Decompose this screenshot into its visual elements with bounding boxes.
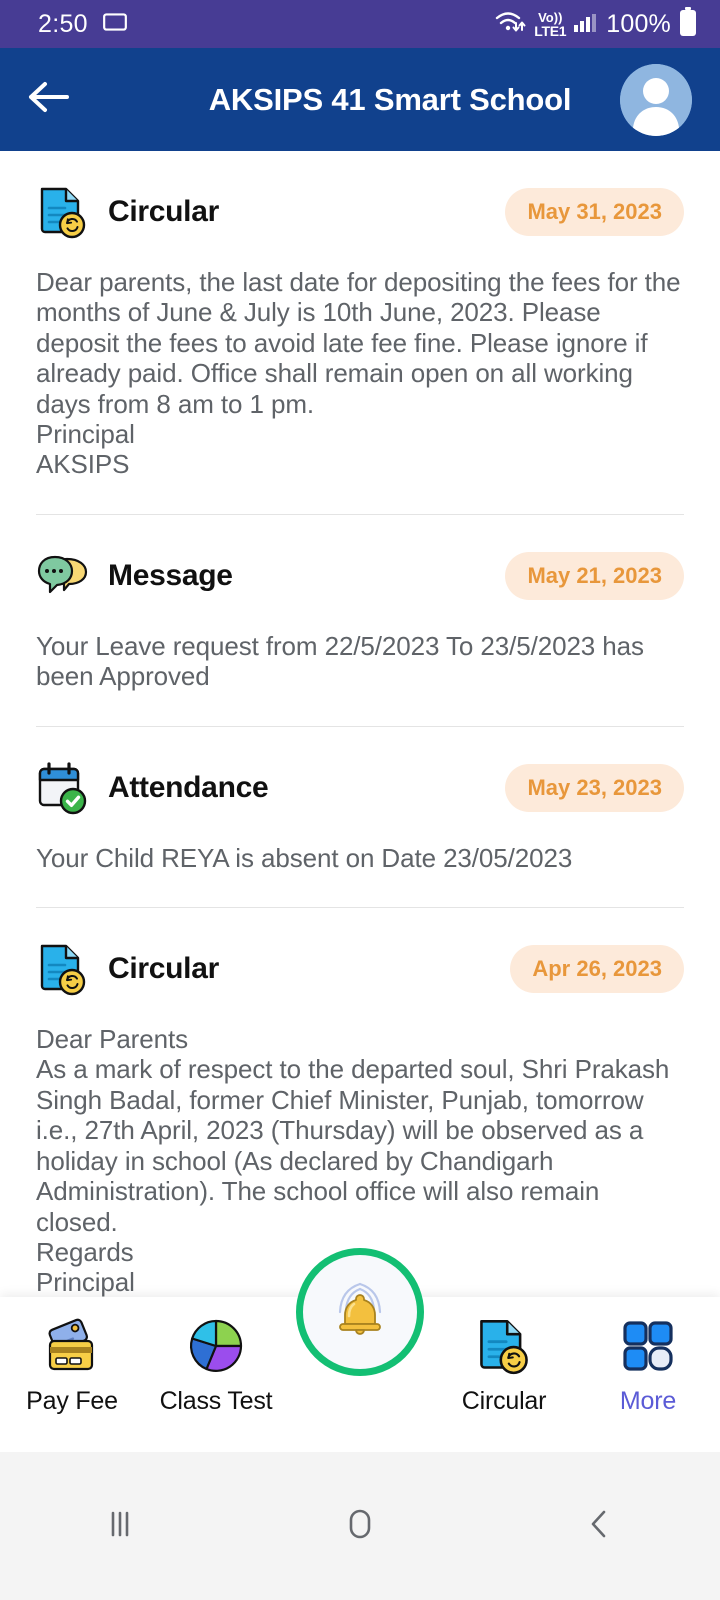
nav-item-class-test[interactable]: Class Test	[144, 1297, 288, 1416]
arrow-left-icon	[25, 78, 71, 121]
grid-more-icon	[620, 1315, 676, 1377]
feed-item-header: Attendance May 23, 2023	[36, 727, 684, 815]
circular-document-icon	[475, 1315, 533, 1377]
volte-label: Vo))	[538, 9, 563, 25]
feed-item-body: Your Child REYA is absent on Date 23/05/…	[36, 842, 573, 873]
battery-icon	[678, 6, 698, 42]
feed-item-date-badge: May 31, 2023	[505, 188, 684, 236]
feed-item-title-group: Circular	[36, 942, 219, 996]
home-icon	[338, 1502, 382, 1551]
nav-item-circular[interactable]: Circular	[432, 1297, 576, 1416]
circular-document-icon	[36, 942, 90, 996]
status-bar-left: 2:50	[38, 9, 128, 40]
volte-icon: Vo)) LTE1	[534, 11, 566, 38]
nav-item-pay-fee[interactable]: Pay Fee	[0, 1297, 144, 1416]
status-bar-right: Vo)) LTE1 100%	[493, 6, 698, 42]
back-button-system[interactable]	[520, 1452, 680, 1600]
home-button[interactable]	[280, 1452, 440, 1600]
feed-item-message[interactable]: Message May 21, 2023 Your Leave request …	[0, 515, 720, 692]
feed-item-title: Circular	[108, 952, 219, 986]
system-navigation-bar	[0, 1452, 720, 1600]
notification-bell-icon	[338, 1282, 382, 1335]
feed-item-title: Message	[108, 558, 233, 592]
back-button[interactable]	[0, 78, 96, 121]
feed-item-header: Circular May 31, 2023	[36, 151, 684, 239]
feed-item-title-group: Message	[36, 549, 233, 603]
avatar[interactable]	[620, 63, 692, 136]
attendance-calendar-icon	[36, 761, 90, 815]
wifi-icon	[493, 9, 527, 40]
cast-icon	[102, 9, 128, 40]
signal-icon	[573, 10, 599, 39]
feed-item-body: Your Leave request from 22/5/2023 To 23/…	[36, 630, 644, 692]
recents-button[interactable]	[40, 1452, 200, 1600]
nav-label-circular: Circular	[461, 1387, 547, 1415]
feed-item-body: Dear parents, the last date for depositi…	[36, 267, 681, 480]
pie-chart-icon	[186, 1315, 246, 1377]
feed-item-circular-2[interactable]: Circular Apr 26, 2023 Dear Parents As a …	[0, 908, 720, 1298]
feed-item-date-badge: Apr 26, 2023	[510, 945, 684, 994]
status-bar: 2:50 Vo)) LTE1 100%	[0, 0, 720, 48]
app-bar: AKSIPS 41 Smart School	[0, 48, 720, 151]
network-label: LTE1	[534, 22, 567, 39]
feed-item-date-badge: May 23, 2023	[505, 763, 684, 812]
feed-item-title: Attendance	[108, 770, 269, 804]
feed-item-date-badge: May 21, 2023	[505, 551, 684, 600]
feed-item-header: Circular Apr 26, 2023	[36, 908, 684, 996]
nav-label-pay-fee: Pay Fee	[26, 1387, 118, 1415]
feed-item-title-group: Attendance	[36, 761, 269, 815]
pay-fee-card-icon	[42, 1315, 102, 1377]
feed-item-attendance[interactable]: Attendance May 23, 2023 Your Child REYA …	[0, 727, 720, 873]
page-title: AKSIPS 41 Smart School	[208, 81, 572, 117]
feed-item-header: Message May 21, 2023	[36, 515, 684, 603]
back-chevron-icon	[578, 1502, 622, 1551]
circular-document-icon	[36, 185, 90, 239]
phone-screen: 2:50 Vo)) LTE1 100% AKSIPS 41 Smart Scho…	[0, 0, 720, 1600]
recents-icon	[98, 1502, 142, 1551]
battery-percent-label: 100%	[606, 9, 671, 38]
message-bubble-icon	[36, 549, 90, 603]
nav-item-more[interactable]: More	[576, 1297, 720, 1416]
feed-item-title-group: Circular	[36, 185, 219, 239]
nav-label-class-test: Class Test	[159, 1387, 273, 1415]
user-avatar-icon	[620, 63, 692, 136]
feed-item-title: Circular	[108, 195, 219, 228]
notification-bell-button[interactable]	[296, 1248, 424, 1376]
status-bar-clock: 2:50	[38, 9, 88, 38]
feed-item-circular-1[interactable]: Circular May 31, 2023 Dear parents, the …	[0, 151, 720, 480]
nav-label-more: More	[619, 1387, 677, 1415]
